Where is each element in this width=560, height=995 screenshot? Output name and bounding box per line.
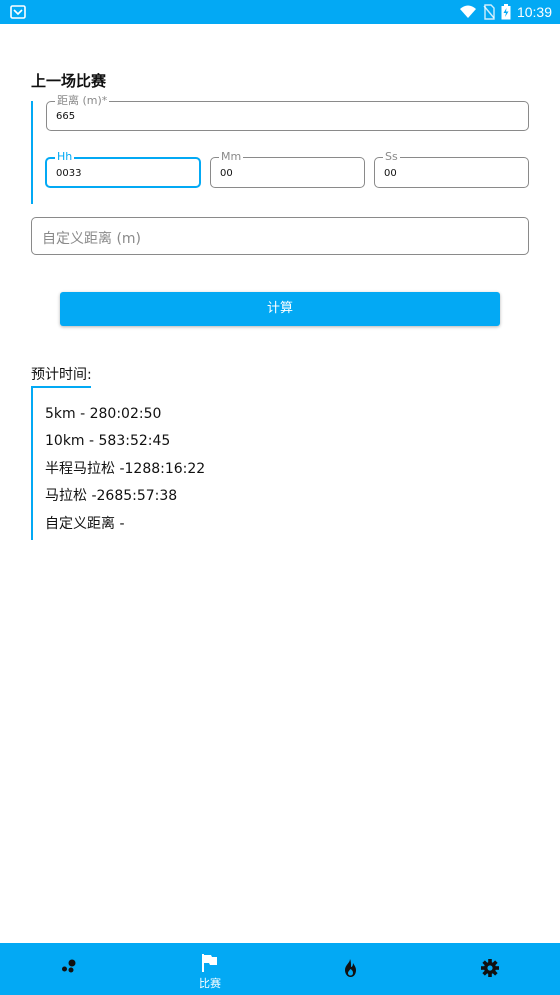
status-bar: 10:39 — [0, 0, 560, 24]
predictions-list: 5km - 280:02:50 10km - 583:52:45 半程马拉松 -… — [45, 404, 205, 541]
bottom-navigation: 比赛 — [0, 943, 560, 995]
prediction-10km: 10km - 583:52:45 — [45, 433, 171, 450]
nav-item-race[interactable]: 比赛 — [140, 943, 280, 995]
prediction-custom: 自定义距离 - — [45, 515, 125, 532]
dots-icon — [62, 959, 76, 973]
predictions-accent-bar — [31, 388, 33, 540]
hours-value: 0033 — [56, 168, 82, 179]
minutes-value: 00 — [220, 168, 233, 179]
nav-item-settings[interactable] — [420, 943, 560, 995]
nav-item-training[interactable] — [0, 943, 140, 995]
predictions-title-underline — [31, 386, 91, 388]
seconds-field[interactable]: Ss 00 — [374, 150, 529, 188]
battery-charging-icon — [501, 4, 511, 20]
prediction-5km: 5km - 280:02:50 — [45, 406, 162, 422]
seconds-value: 00 — [384, 168, 397, 179]
no-sim-icon — [483, 4, 495, 20]
seconds-label: Ss — [383, 150, 400, 164]
predictions-title: 预计时间: — [31, 367, 92, 383]
prediction-half-marathon: 半程马拉松 -1288:16:22 — [45, 460, 206, 477]
nav-race-label: 比赛 — [199, 977, 221, 990]
distance-value: 665 — [56, 111, 76, 122]
prediction-marathon: 马拉松 -2685:57:38 — [45, 488, 178, 505]
flame-icon — [345, 959, 356, 977]
custom-distance-placeholder: 自定义距离 (m) — [42, 231, 142, 247]
minutes-label: Mm — [219, 150, 244, 164]
last-race-title: 上一场比赛 — [31, 72, 107, 90]
gear-icon — [481, 959, 499, 977]
hours-label: Hh — [55, 150, 75, 164]
wifi-icon — [459, 5, 476, 18]
distance-label: 距离 (m)* — [55, 94, 110, 108]
flag-icon — [202, 954, 217, 972]
distance-field[interactable]: 距离 (m)* 665 — [46, 94, 529, 131]
minutes-field[interactable]: Mm 00 — [210, 150, 365, 188]
nav-item-streak[interactable] — [280, 943, 420, 995]
clock: 10:39 — [516, 4, 552, 20]
custom-distance-field[interactable]: 自定义距离 (m) — [31, 217, 529, 255]
calculate-button[interactable]: 计算 — [60, 292, 500, 326]
section-accent-bar — [31, 101, 33, 204]
hours-field[interactable]: Hh 0033 — [45, 150, 201, 188]
status-icons: 10:39 — [459, 2, 552, 22]
inbox-icon — [10, 5, 26, 19]
